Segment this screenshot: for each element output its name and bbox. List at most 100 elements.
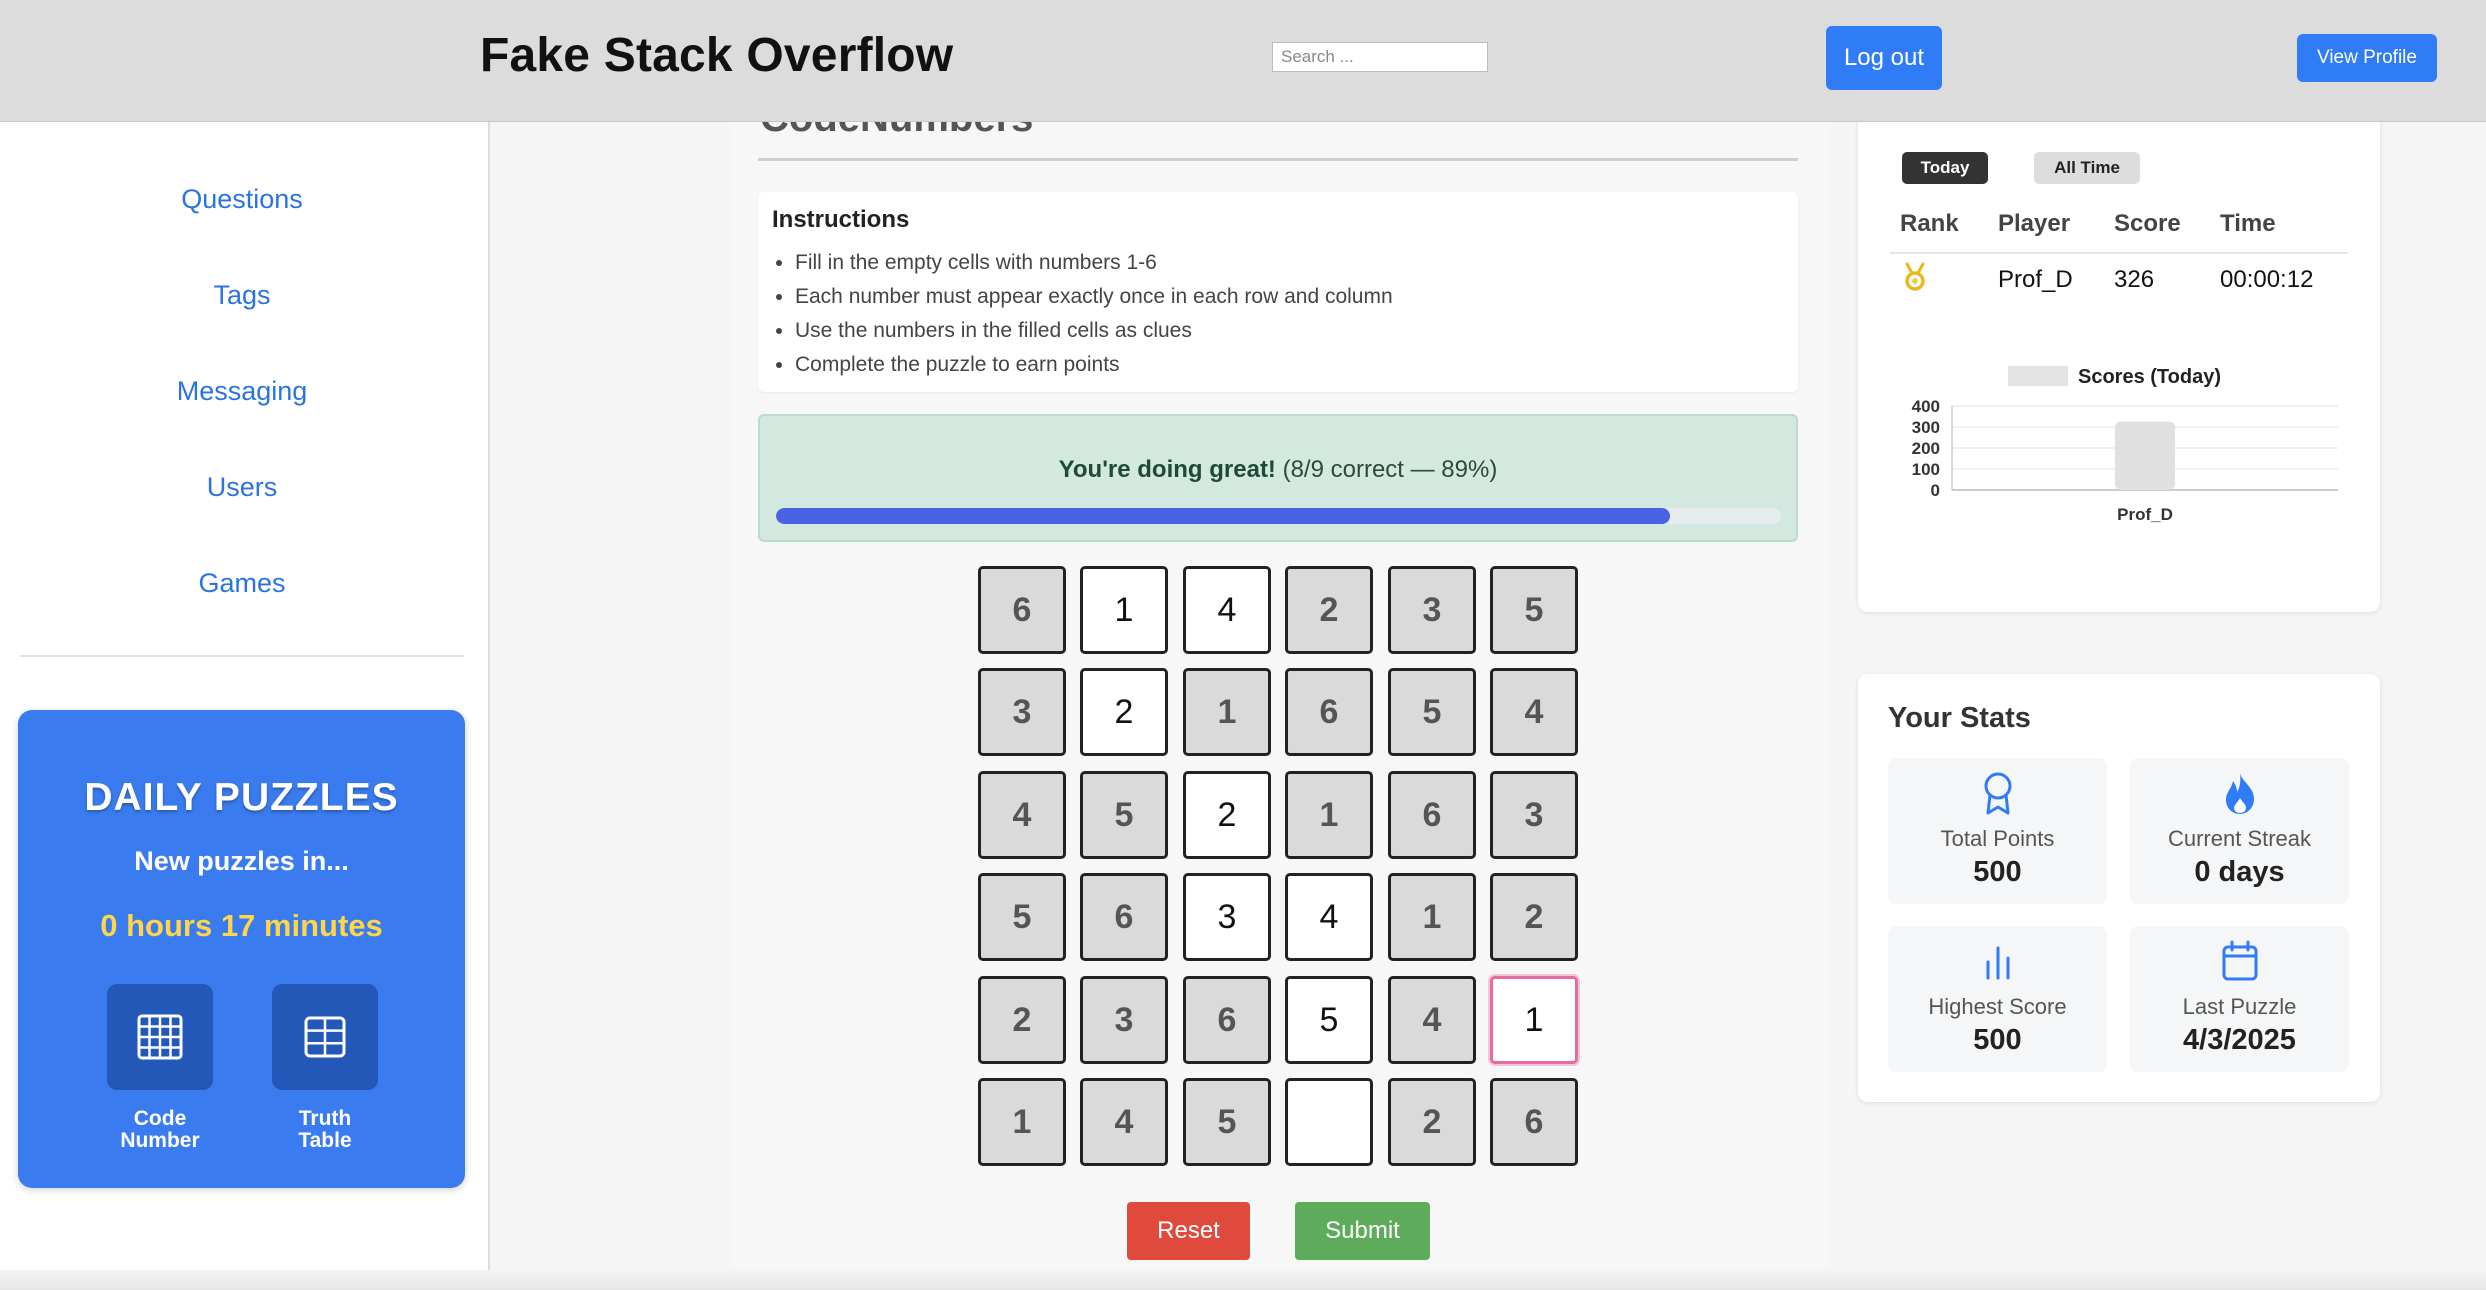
instructions-panel: Instructions Fill in the empty cells wit… — [758, 192, 1798, 392]
grid-cell-given: 1 — [1285, 771, 1373, 859]
grid-cell-given: 4 — [1388, 976, 1476, 1064]
grid-cell-given: 1 — [978, 1078, 1066, 1166]
grid-cell-given: 2 — [978, 976, 1066, 1064]
grid-cell-given: 6 — [978, 566, 1066, 654]
grid-cell-given: 5 — [1490, 566, 1578, 654]
grid-cell-given: 4 — [1080, 1078, 1168, 1166]
grid-cell-given: 3 — [1388, 566, 1476, 654]
stat-current-streak: Current Streak 0 days — [2130, 758, 2349, 904]
grid-cell-given: 5 — [1388, 668, 1476, 756]
grid-cell-given: 1 — [1183, 668, 1271, 756]
instruction-item: Complete the puzzle to earn points — [795, 348, 1393, 382]
leaderboard-time: 00:00:12 — [2220, 266, 2314, 293]
grid-cell-given: 6 — [1183, 976, 1271, 1064]
grid-cell-given: 4 — [1490, 668, 1578, 756]
stat-total-points: Total Points 500 — [1888, 758, 2107, 904]
award-icon — [1984, 772, 2011, 815]
stat-label: Highest Score — [1928, 994, 2067, 1019]
daily-puzzles-countdown: 0 hours 17 minutes — [100, 908, 383, 943]
progress-message: You're doing great! (8/9 correct — 89%) — [760, 456, 1796, 484]
grid-cell-given: 3 — [1080, 976, 1168, 1064]
stat-label: Last Puzzle — [2182, 994, 2297, 1019]
chart-y-tick-label: 0 — [1931, 481, 1940, 500]
chart-title: Scores (Today) — [2078, 366, 2221, 388]
code-number-label-line1: Code — [133, 1107, 187, 1130]
top-header: Fake Stack Overflow Log out View Profile — [0, 0, 2486, 122]
table-icon — [304, 1016, 346, 1058]
progress-detail: (8/9 correct — 89%) — [1282, 456, 1498, 483]
chart-y-tick-label: 400 — [1912, 397, 1940, 416]
leaderboard-header-score: Score — [2114, 210, 2181, 237]
sidebar-item-games[interactable]: Games — [0, 568, 484, 599]
scores-bar-chart: 400 300 200 100 0 Prof_D — [1912, 397, 2338, 524]
chart-y-tick-label: 100 — [1912, 460, 1940, 479]
grid-cell-input[interactable]: 2 — [1183, 771, 1271, 859]
search-input[interactable] — [1272, 42, 1488, 72]
daily-puzzles-card: DAILY PUZZLES New puzzles in... 0 hours … — [18, 710, 465, 1188]
chart-y-tick-label: 200 — [1912, 439, 1940, 458]
view-profile-button[interactable]: View Profile — [2297, 34, 2437, 82]
grid-cell-input[interactable]: 5 — [1285, 976, 1373, 1064]
grid-cell-input[interactable]: 4 — [1285, 873, 1373, 961]
chart-legend-swatch — [2008, 366, 2068, 386]
sidebar-item-users[interactable]: Users — [0, 472, 484, 503]
stat-value: 4/3/2025 — [2183, 1024, 2296, 1056]
grid-cell-given: 4 — [978, 771, 1066, 859]
leaderboard-card: Today All Time Rank Player Score Time Pr… — [1858, 110, 2380, 612]
grid-cell-given: 2 — [1490, 873, 1578, 961]
grid-cell-input[interactable]: 1 — [1080, 566, 1168, 654]
grid-cell-input[interactable]: 2 — [1080, 668, 1168, 756]
bottom-edge-shade — [0, 1270, 2486, 1290]
tab-today[interactable]: Today — [1902, 152, 1988, 184]
code-number-label-line2: Number — [120, 1129, 200, 1152]
bar-chart-icon — [1986, 946, 2009, 980]
sidebar-item-questions[interactable]: Questions — [0, 184, 484, 215]
gold-medal-icon — [1905, 262, 1925, 291]
title-rule — [758, 158, 1798, 161]
truth-table-puzzle-button[interactable] — [272, 984, 378, 1090]
sidebar-item-tags[interactable]: Tags — [0, 280, 484, 311]
app-title: Fake Stack Overflow — [480, 29, 954, 82]
code-number-puzzle-button[interactable] — [107, 984, 213, 1090]
grid-cell-given: 5 — [978, 873, 1066, 961]
sidebar: Questions Tags Messaging Users Games DAI… — [0, 122, 490, 1290]
grid-cell-given: 6 — [1490, 1078, 1578, 1166]
flame-icon — [2225, 773, 2254, 814]
logout-button[interactable]: Log out — [1826, 26, 1942, 90]
grid-cell-given: 2 — [1388, 1078, 1476, 1166]
truth-table-label: Truth Table — [265, 1108, 385, 1152]
grid-cell-input[interactable]: 4 — [1183, 566, 1271, 654]
grid-cell-given: 5 — [1183, 1078, 1271, 1166]
grid-cell-input[interactable] — [1285, 1078, 1373, 1166]
grid-cell-input[interactable]: 3 — [1183, 873, 1271, 961]
truth-table-label-line1: Truth — [298, 1107, 352, 1130]
code-number-label: Code Number — [100, 1108, 220, 1152]
grid-cell-given: 6 — [1285, 668, 1373, 756]
instruction-item: Use the numbers in the filled cells as c… — [795, 314, 1393, 348]
instructions-heading: Instructions — [772, 206, 910, 233]
grid-cell-input[interactable]: 1 — [1490, 976, 1578, 1064]
sidebar-item-messaging[interactable]: Messaging — [0, 376, 484, 407]
grid-cell-given: 1 — [1388, 873, 1476, 961]
chart-bar — [2115, 421, 2175, 490]
leaderboard-header-rank: Rank — [1900, 210, 1959, 237]
stats-card: Your Stats Total Points 500 Current Stre… — [1858, 674, 2380, 1102]
progress-bar — [776, 508, 1781, 524]
leaderboard-header-player: Player — [1998, 210, 2071, 237]
grid-cell-given: 6 — [1388, 771, 1476, 859]
grid-cell-given: 3 — [978, 668, 1066, 756]
chart-y-tick-label: 300 — [1912, 418, 1940, 437]
submit-button[interactable]: Submit — [1295, 1202, 1430, 1260]
tab-all-time[interactable]: All Time — [2034, 152, 2140, 184]
grid-cell-given: 2 — [1285, 566, 1373, 654]
puzzle-grid: 61423532165445216356341223654114526 — [978, 566, 1580, 1166]
stat-value: 500 — [1973, 1024, 2022, 1056]
daily-puzzles-title: DAILY PUZZLES — [84, 776, 399, 819]
daily-puzzles-subtitle: New puzzles in... — [134, 846, 349, 876]
leaderboard-header-time: Time — [2220, 210, 2276, 237]
reset-button[interactable]: Reset — [1127, 1202, 1250, 1260]
grid-cell-given: 3 — [1490, 771, 1578, 859]
truth-table-label-line2: Table — [298, 1129, 352, 1152]
leaderboard-player: Prof_D — [1998, 266, 2073, 293]
progress-panel: You're doing great! (8/9 correct — 89%) — [758, 414, 1798, 542]
